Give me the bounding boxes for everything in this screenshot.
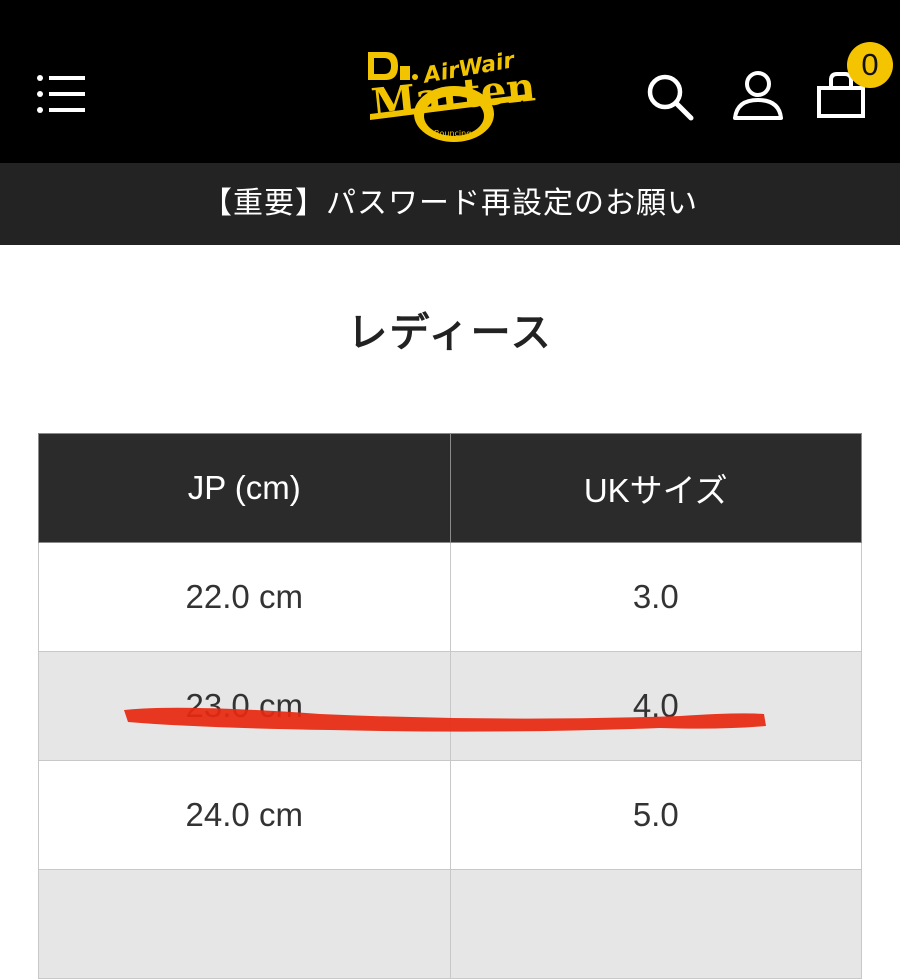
cart-count-badge: 0 (847, 42, 893, 88)
section-title: レディース (347, 310, 553, 356)
cell-uk-size: 5.0 (449, 760, 862, 870)
dr-martens-logo[interactable]: AirWair Martens Bouncing (362, 44, 536, 148)
table-row (38, 869, 862, 979)
account-icon (733, 71, 783, 120)
svg-text:Bouncing: Bouncing (434, 129, 471, 138)
cell-uk-size: 3.0 (449, 542, 862, 652)
cell-uk-size (449, 869, 862, 979)
important-notice-link[interactable]: 【重要】パスワード再設定のお願い (0, 163, 900, 245)
column-header-uk: UKサイズ (449, 433, 862, 543)
search-icon (647, 74, 694, 121)
column-header-jp: JP (cm) (38, 433, 451, 543)
menu-button[interactable] (36, 73, 86, 115)
table-header-row: JP (cm) UKサイズ (38, 433, 862, 543)
cell-jp-size (38, 869, 451, 979)
table-row: 22.0 cm 3.0 (38, 542, 862, 652)
menu-icon (37, 75, 85, 113)
search-button[interactable] (645, 72, 695, 122)
size-chart-table: JP (cm) UKサイズ 22.0 cm 3.0 23.0 cm 4.0 24… (38, 433, 862, 979)
cell-uk-size: 4.0 (449, 651, 862, 761)
cell-jp-size: 23.0 cm (38, 651, 451, 761)
account-button[interactable] (732, 70, 784, 122)
cell-jp-size: 24.0 cm (38, 760, 451, 870)
cell-jp-size: 22.0 cm (38, 542, 451, 652)
table-row: 24.0 cm 5.0 (38, 760, 862, 870)
table-row: 23.0 cm 4.0 (38, 651, 862, 761)
